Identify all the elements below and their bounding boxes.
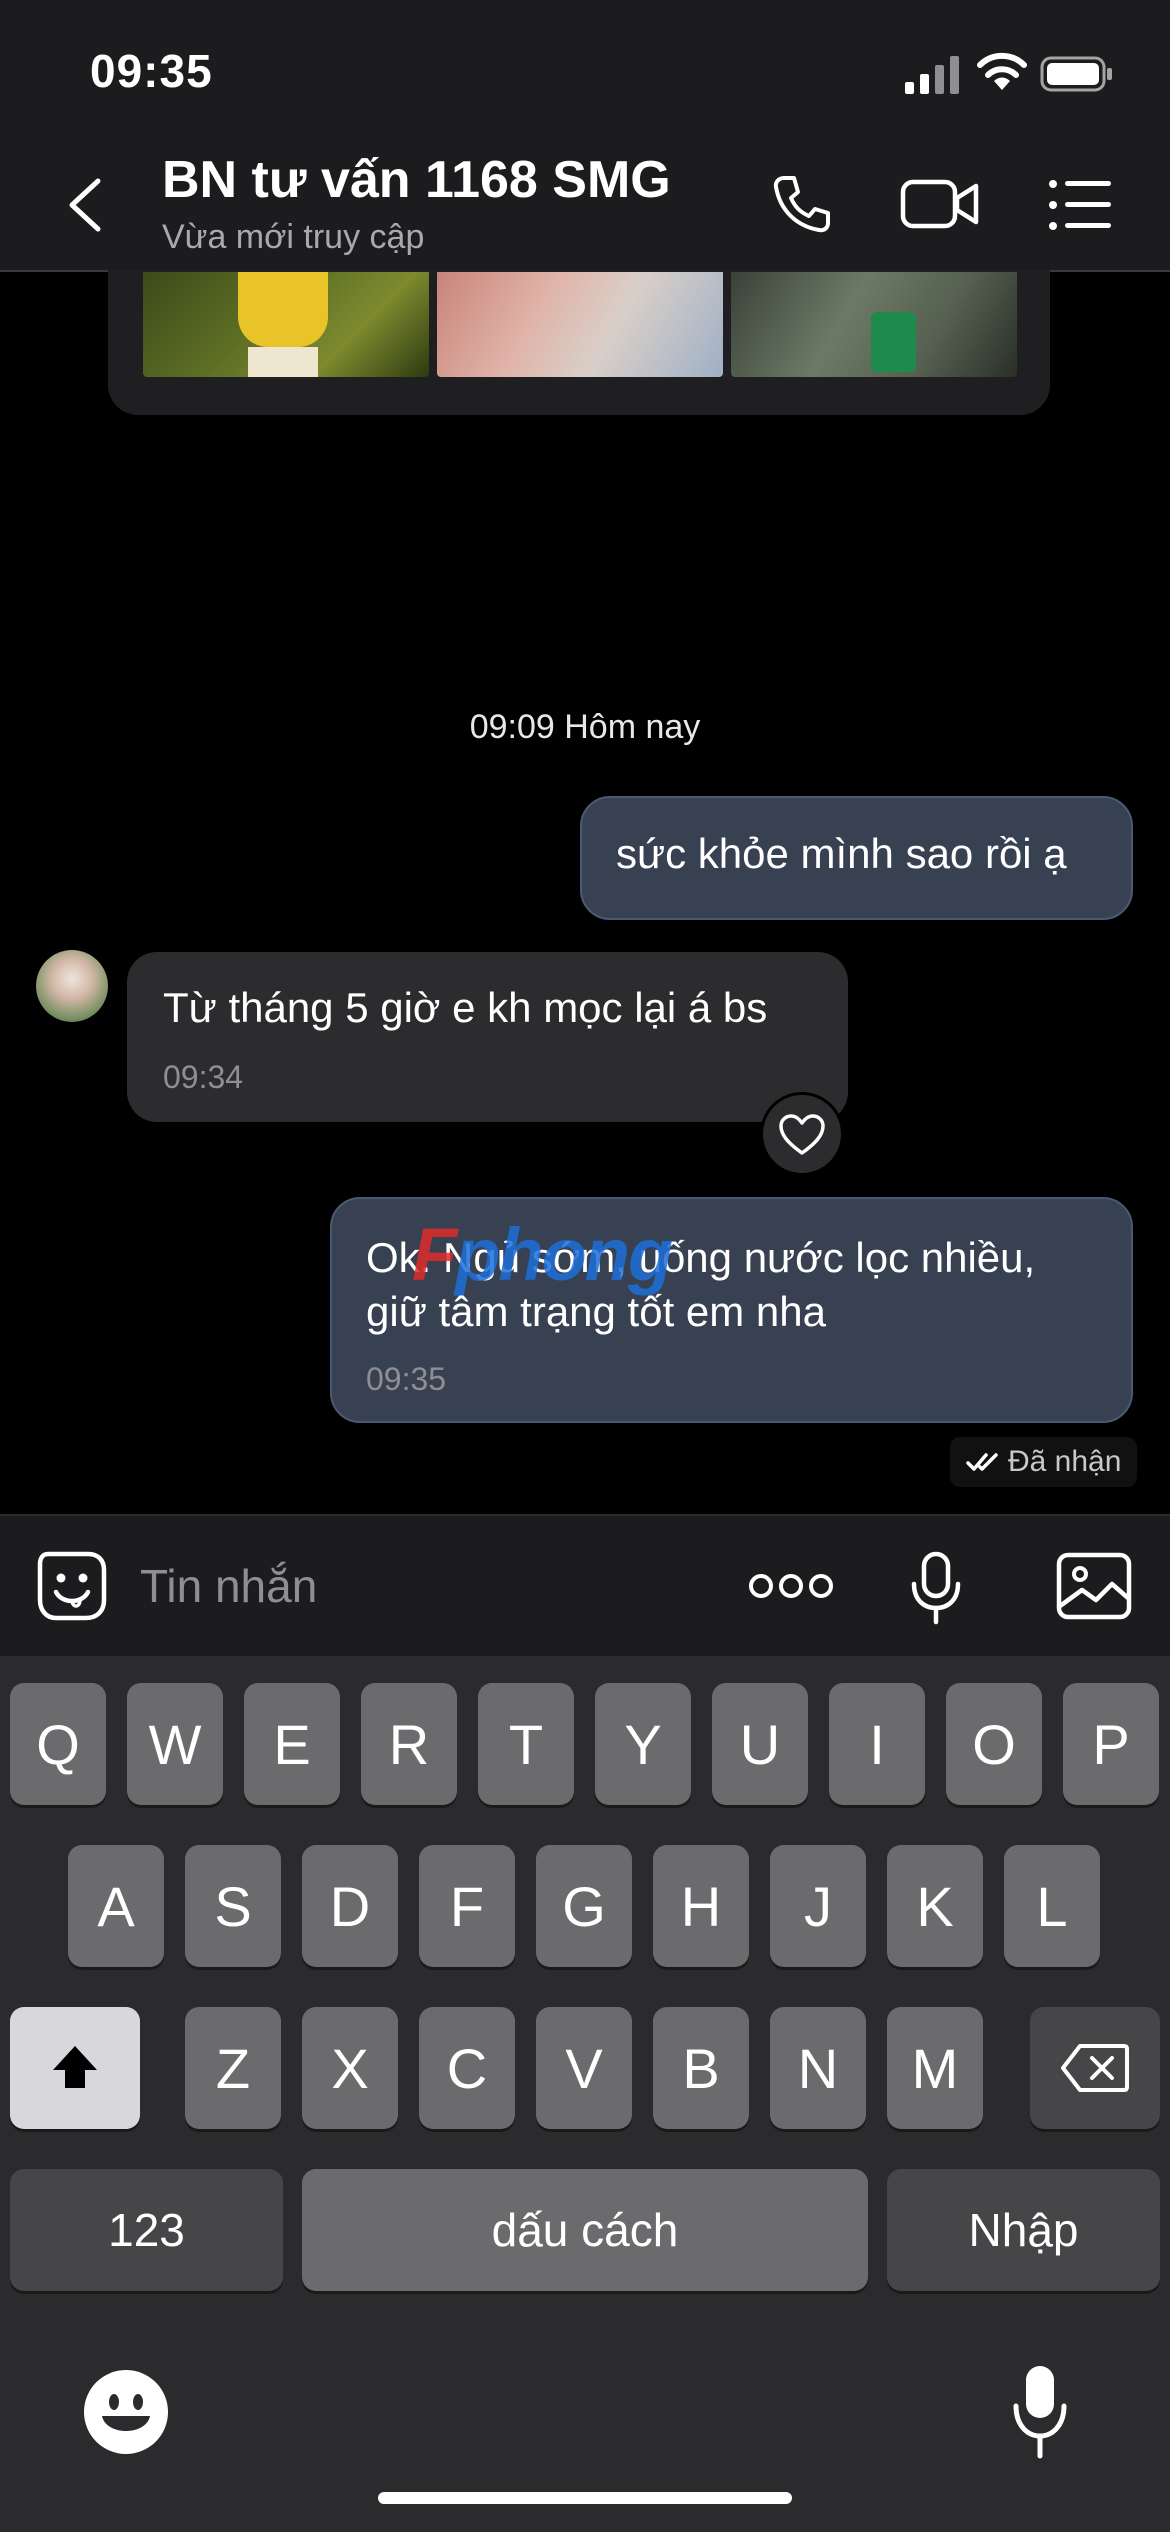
key-q[interactable]: Q [10,1683,106,1805]
key-v[interactable]: V [536,2007,632,2129]
backspace-key[interactable] [1030,2007,1160,2129]
microphone-icon[interactable] [906,1550,966,1626]
react-button[interactable] [760,1092,844,1176]
presence-status: Vừa mới truy cập [162,218,425,256]
dictation-mic-icon[interactable] [1010,2362,1070,2462]
album-photo[interactable] [143,272,429,377]
return-key[interactable]: Nhập [887,2169,1160,2291]
message-text: sức khỏe mình sao rồi ạ [616,830,1067,877]
key-f[interactable]: F [419,1845,515,1967]
key-h[interactable]: H [653,1845,749,1967]
key-l[interactable]: L [1004,1845,1100,1967]
key-r[interactable]: R [361,1683,457,1805]
message-time: 09:34 [163,1059,244,1095]
delivery-status: Đã nhận [950,1437,1138,1487]
key-x[interactable]: X [302,2007,398,2129]
cellular-signal-icon [905,56,959,94]
status-time: 09:35 [90,45,213,97]
key-o[interactable]: O [946,1683,1042,1805]
shift-arrow-icon [53,2046,97,2088]
key-z[interactable]: Z [185,2007,281,2129]
wifi-icon [977,52,1027,90]
home-indicator[interactable] [378,2492,792,2504]
key-b[interactable]: B [653,2007,749,2129]
album-photo[interactable] [437,272,723,377]
emoji-keyboard-icon[interactable] [84,2370,168,2454]
watermark-logo: Fphong [412,1213,673,1296]
message-input[interactable] [140,1555,700,1617]
delivery-status-label: Đã nhận [1008,1445,1122,1478]
key-k[interactable]: K [887,1845,983,1967]
outgoing-message-bubble[interactable]: sức khỏe mình sao rồi ạ [580,796,1133,920]
contact-name[interactable]: BN tư vấn 1168 SMG [162,150,671,210]
key-a[interactable]: A [68,1845,164,1967]
key-i[interactable]: I [829,1683,925,1805]
key-e[interactable]: E [244,1683,340,1805]
phone-icon[interactable] [770,172,834,236]
emoji-sticker-icon[interactable] [34,1548,110,1624]
time-separator: 09:09 Hôm nay [469,708,701,746]
key-j[interactable]: J [770,1845,866,1967]
key-t[interactable]: T [478,1683,574,1805]
battery-icon [1040,56,1112,92]
heart-icon [779,1114,825,1155]
key-s[interactable]: S [185,1845,281,1967]
image-gallery-icon[interactable] [1056,1552,1132,1620]
numbers-key[interactable]: 123 [10,2169,283,2291]
backspace-icon [1061,2044,1129,2092]
menu-list-icon[interactable] [1048,178,1112,232]
key-p[interactable]: P [1063,1683,1159,1805]
key-n[interactable]: N [770,2007,866,2129]
key-w[interactable]: W [127,1683,223,1805]
message-text: Từ tháng 5 giờ e kh mọc lại á bs [163,984,768,1031]
album-photo[interactable] [731,272,1017,377]
incoming-message-bubble[interactable]: Từ tháng 5 giờ e kh mọc lại á bs 09:34 [127,952,848,1122]
avatar[interactable] [36,950,108,1022]
key-c[interactable]: C [419,2007,515,2129]
message-time: 09:35 [366,1361,447,1397]
key-g[interactable]: G [536,1845,632,1967]
key-d[interactable]: D [302,1845,398,1967]
key-u[interactable]: U [712,1683,808,1805]
video-call-icon[interactable] [900,174,980,234]
key-m[interactable]: M [887,2007,983,2129]
more-dots-icon[interactable] [748,1564,834,1608]
double-check-icon [966,1453,998,1471]
key-y[interactable]: Y [595,1683,691,1805]
space-key[interactable]: dấu cách [302,2169,868,2291]
shift-key[interactable] [10,2007,140,2129]
back-chevron-icon[interactable] [60,175,110,235]
